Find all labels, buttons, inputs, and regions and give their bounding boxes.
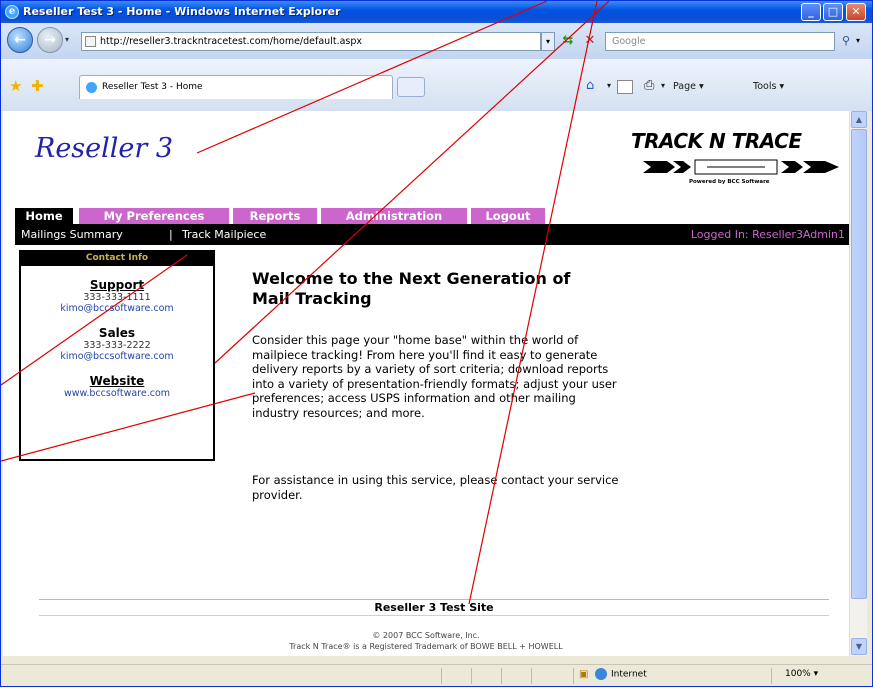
protected-mode-icon: ▣	[579, 669, 589, 680]
feeds-icon[interactable]	[617, 80, 633, 94]
globe-icon	[595, 668, 607, 680]
page-content: Reseller 3 TRACK N TRACE Powered by BCC …	[3, 111, 849, 656]
address-input[interactable]: http://reseller3.trackntracetest.com/hom…	[81, 32, 541, 51]
support-email-link[interactable]: kimo@bccsoftware.com	[21, 303, 213, 314]
browser-window: e Reseller Test 3 - Home - Windows Inter…	[0, 0, 873, 687]
sales-phone: 333-333-2222	[83, 340, 151, 351]
intro-paragraph: Consider this page your "home base" with…	[252, 333, 617, 420]
print-dropdown[interactable]: ▾	[661, 81, 665, 90]
refresh-icon[interactable]: ⇆	[559, 32, 577, 51]
sales-heading: Sales	[98, 326, 136, 340]
support-heading: Support	[89, 278, 145, 292]
zone-label: Internet	[611, 669, 647, 680]
tab-reports[interactable]: Reports	[233, 208, 317, 224]
search-input[interactable]: Google	[605, 32, 835, 51]
status-divider	[771, 668, 772, 684]
sub-nav: Mailings Summary | Track Mailpiece Logge…	[15, 227, 849, 245]
back-button[interactable]: ←	[7, 27, 33, 53]
home-icon[interactable]: ⌂	[586, 78, 594, 93]
sales-email-link[interactable]: kimo@bccsoftware.com	[21, 351, 213, 362]
subnav-mailings-summary[interactable]: Mailings Summary	[21, 227, 123, 243]
print-icon[interactable]: ⎙	[644, 78, 654, 93]
status-divider	[573, 668, 574, 684]
main-nav: Home My Preferences Reports Administrati…	[15, 208, 849, 227]
page-menu-button[interactable]: Page ▾	[673, 81, 704, 92]
add-favorites-icon[interactable]: ✚	[31, 77, 44, 95]
tab-home[interactable]: Home	[15, 208, 73, 224]
title-bar[interactable]: e Reseller Test 3 - Home - Windows Inter…	[1, 1, 872, 23]
support-phone: 333-333-1111	[83, 292, 151, 303]
copyright-text: © 2007 BCC Software, Inc.	[372, 631, 480, 640]
window-title: Reseller Test 3 - Home - Windows Interne…	[23, 5, 341, 18]
subnav-track-mailpiece[interactable]: Track Mailpiece	[182, 227, 266, 243]
ie-logo-icon: e	[5, 5, 19, 19]
status-divider	[441, 668, 442, 684]
assistance-paragraph: For assistance in using this service, pl…	[252, 473, 619, 502]
logged-in-label: Logged In: Reseller3Admin1	[690, 228, 845, 241]
security-zone[interactable]: Internet	[595, 668, 647, 680]
status-bar: ▣ Internet 100% ▾	[1, 664, 872, 686]
vertical-scrollbar[interactable]: ▲ ▼	[849, 111, 867, 656]
tab-logout[interactable]: Logout	[471, 208, 545, 224]
contact-info-panel: Contact Info Support 333-333-1111 kimo@b…	[19, 250, 215, 461]
site-title: Reseller 3	[35, 133, 174, 164]
tab-my-preferences[interactable]: My Preferences	[79, 208, 229, 224]
stop-icon[interactable]: ✕	[581, 32, 599, 51]
forward-button[interactable]: →	[37, 27, 63, 53]
website-heading: Website	[89, 374, 145, 388]
tab-current[interactable]: Reseller Test 3 - Home	[79, 75, 393, 99]
recent-pages-dropdown[interactable]: ▾	[65, 35, 75, 45]
close-button[interactable]: ✕	[846, 3, 866, 21]
scroll-down-button[interactable]: ▼	[851, 638, 867, 655]
status-divider	[531, 668, 532, 684]
status-divider	[471, 668, 472, 684]
logo-arrows-graphic	[643, 159, 839, 175]
search-icon[interactable]: ⚲	[837, 32, 855, 51]
trademark-text: Track N Trace® is a Registered Trademark…	[289, 642, 563, 651]
tools-menu-button[interactable]: Tools ▾	[753, 81, 784, 92]
minimize-button[interactable]: _	[801, 3, 821, 21]
address-dropdown-button[interactable]: ▾	[541, 32, 555, 51]
logo-tagline: Powered by BCC Software	[689, 179, 770, 185]
address-toolbar: ← → ▾ http://reseller3.trackntracetest.c…	[1, 23, 872, 59]
scroll-thumb[interactable]	[851, 129, 867, 599]
tab-title: Reseller Test 3 - Home	[102, 82, 203, 92]
new-tab-button[interactable]	[397, 77, 425, 97]
address-text: http://reseller3.trackntracetest.com/hom…	[100, 36, 363, 47]
home-dropdown[interactable]: ▾	[607, 81, 611, 90]
zoom-level[interactable]: 100% ▾	[785, 669, 818, 679]
search-options-dropdown[interactable]: ▾	[856, 32, 868, 51]
maximize-button[interactable]: □	[823, 3, 843, 21]
favorites-star-icon[interactable]: ★	[9, 77, 22, 95]
tab-page-icon	[86, 82, 97, 93]
welcome-heading: Welcome to the Next Generation of Mail T…	[252, 269, 571, 308]
page-icon	[85, 36, 96, 47]
website-link[interactable]: www.bccsoftware.com	[21, 388, 213, 399]
tab-administration[interactable]: Administration	[321, 208, 467, 224]
status-divider	[501, 668, 502, 684]
track-n-trace-logo: TRACK N TRACE	[631, 129, 802, 153]
tab-command-bar: ★ ✚ Reseller Test 3 - Home ⌂ ▾ ⎙ ▾ Page …	[1, 59, 872, 111]
subnav-separator: |	[169, 228, 173, 241]
scroll-up-button[interactable]: ▲	[851, 111, 867, 128]
footer-site-name: Reseller 3 Test Site	[39, 599, 829, 616]
contact-info-header: Contact Info	[21, 252, 213, 266]
